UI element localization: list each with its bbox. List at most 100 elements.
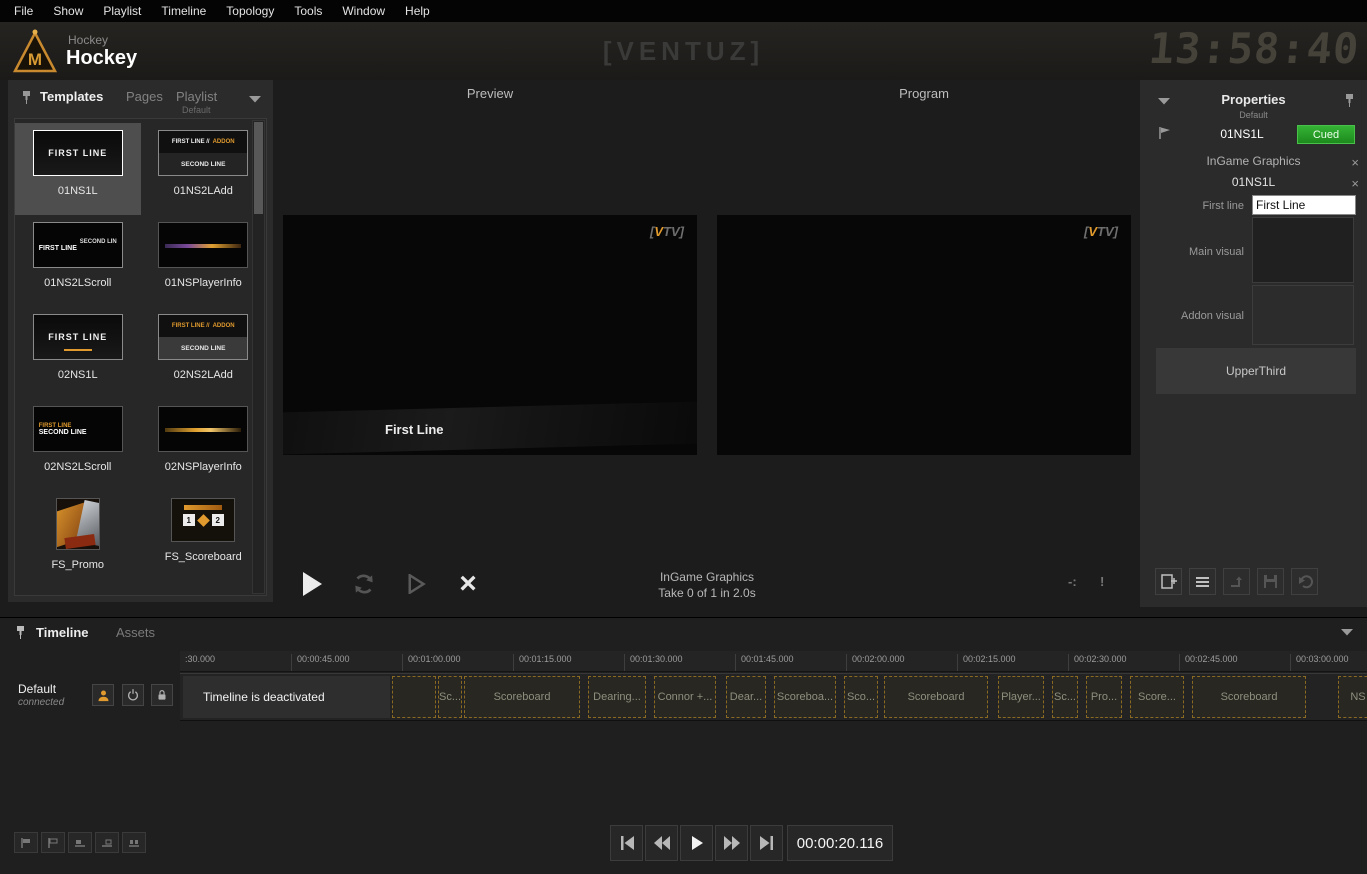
timeline-clip[interactable]: Dearing... [588,676,646,718]
marker-tool-button-4[interactable] [95,832,119,853]
timeline-clip[interactable]: Sc... [438,676,462,718]
timeline-transport: 00:00:20.116 [610,825,893,861]
upperthird-template-button[interactable]: UpperThird [1156,348,1356,394]
template-item-02ns2ladd[interactable]: FIRST LINE //ADDON SECOND LINE 02NS2LAdd [141,307,267,399]
flag-icon[interactable] [1158,126,1171,140]
tab-pages[interactable]: Pages [126,89,163,104]
track-status: connected [18,697,64,708]
marker-icon [128,837,140,849]
take-flow-icon[interactable]: -: [1068,574,1077,589]
ruler-label: 00:01:00.000 [402,654,461,671]
timeline-clip[interactable]: Scoreboard [464,676,580,718]
timeline-clip[interactable]: Score... [1130,676,1184,718]
timeline-clip[interactable]: Pro... [1086,676,1122,718]
timeline-clip[interactable]: NS [1338,676,1367,718]
close-icon[interactable]: × [1351,154,1359,171]
close-icon[interactable]: × [1351,175,1359,192]
update-page-button[interactable] [1223,568,1250,595]
save-button[interactable] [1257,568,1284,595]
template-item-02nsplayerinfo[interactable]: 02NSPlayerInfo [141,399,267,491]
template-item-fs-promo[interactable]: FS_Promo [15,491,141,583]
timeline-clip[interactable]: Sco... [844,676,878,718]
title-header: M Hockey Hockey [VENTUZ] 13:58:40 [0,22,1367,80]
menu-item-topology[interactable]: Topology [216,4,284,18]
timeline-clip[interactable]: Player... [998,676,1044,718]
tab-timeline[interactable]: Timeline [36,625,89,640]
main-visual-label: Main visual [1140,246,1244,258]
menu-item-help[interactable]: Help [395,4,440,18]
pin-icon[interactable] [1344,93,1355,108]
timeline-clip[interactable]: Connor +... [654,676,716,718]
add-to-playlist-button[interactable] [1189,568,1216,595]
thumb-text: FIRST LINE [48,332,107,342]
menu-item-show[interactable]: Show [43,4,93,18]
operator-button[interactable] [92,684,114,706]
properties-panel: Properties Default 01NS1L Cued InGame Gr… [1140,80,1367,607]
template-item-01nsplayerinfo[interactable]: 01NSPlayerInfo [141,215,267,307]
template-scrollbar[interactable] [252,120,265,594]
menu-item-window[interactable]: Window [332,4,395,18]
timeline-clip[interactable]: Dear... [726,676,766,718]
menu-bar: File Show Playlist Timeline Topology Too… [0,0,1367,22]
properties-title: Properties [1140,92,1367,107]
alert-icon[interactable]: ! [1100,574,1104,589]
stack-row-channel: InGame Graphics × [1140,154,1367,173]
timeline-clip[interactable]: Scoreboard [1192,676,1306,718]
timeline-clip[interactable]: Scoreboard [884,676,988,718]
template-item-01ns2lscroll[interactable]: SECOND LIN FIRST LINE 01NS2LScroll [15,215,141,307]
template-item-01ns1l[interactable]: FIRST LINE 01NS1L [15,123,141,215]
tab-templates[interactable]: Templates [40,89,103,104]
cued-state-button[interactable]: Cued [1297,125,1355,144]
skip-start-button[interactable] [610,825,643,861]
chevron-down-icon[interactable] [249,96,261,103]
lock-icon [155,688,169,702]
template-item-02ns2lscroll[interactable]: FIRST LINE SECOND LINE 02NS2LScroll [15,399,141,491]
skip-end-button[interactable] [750,825,783,861]
template-item-02ns1l[interactable]: FIRST LINE 02NS1L [15,307,141,399]
cued-page-name: 01NS1L [1184,127,1300,141]
vtv-logo-icon: [VTV] [1084,224,1118,239]
thumb-text: FIRST LINE [39,245,77,252]
tab-assets[interactable]: Assets [116,625,155,640]
menu-item-playlist[interactable]: Playlist [93,4,151,18]
power-button[interactable] [122,684,144,706]
marker-tool-button-2[interactable] [41,832,65,853]
pin-icon[interactable] [21,90,32,105]
pin-icon[interactable] [15,625,26,640]
rewind-button[interactable] [645,825,678,861]
marker-icon [101,837,113,849]
chevron-down-icon[interactable] [1341,629,1353,636]
tab-playlist-subtitle: Default [182,105,211,115]
scrollbar-thumb[interactable] [254,122,263,214]
addon-visual-dropzone[interactable] [1252,285,1354,345]
menu-item-tools[interactable]: Tools [284,4,332,18]
stack-channel-label: InGame Graphics [1170,154,1337,168]
new-page-button[interactable] [1155,568,1182,595]
timeline-ruler[interactable]: :30.000 00:00:45.000 00:01:00.000 00:01:… [180,651,1367,672]
timeline-clip[interactable]: Scoreboa... [774,676,836,718]
marker-tool-button-3[interactable] [68,832,92,853]
marker-tool-button-5[interactable] [122,832,146,853]
main-visual-dropzone[interactable] [1252,217,1354,283]
tab-playlist[interactable]: Playlist [176,89,217,104]
marker-tool-button-1[interactable] [14,832,38,853]
timeline-clip[interactable] [392,676,436,718]
preview-monitor: [VTV] First Line [283,215,697,455]
timeline-track[interactable]: Timeline is deactivated Sc... Scoreboard… [180,673,1367,721]
timeline-clip[interactable]: Sc... [1052,676,1078,718]
status-line2: Take 0 of 1 in 2.0s [283,585,1131,601]
marker-icon [20,837,32,849]
first-line-input[interactable] [1252,195,1356,215]
menu-item-timeline[interactable]: Timeline [151,4,216,18]
template-item-01ns2ladd[interactable]: FIRST LINE //ADDON SECOND LINE 01NS2LAdd [141,123,267,215]
marker-icon [47,837,59,849]
play-button[interactable] [680,825,713,861]
menu-item-file[interactable]: File [4,4,43,18]
ruler-label: :30.000 [180,654,215,671]
fast-forward-button[interactable] [715,825,748,861]
template-item-fs-scoreboard[interactable]: 1 2 FS_Scoreboard [141,491,267,583]
program-monitor: [VTV] [717,215,1131,455]
stack-page-label: 01NS1L [1170,175,1337,189]
lock-button[interactable] [151,684,173,706]
undo-button[interactable] [1291,568,1318,595]
